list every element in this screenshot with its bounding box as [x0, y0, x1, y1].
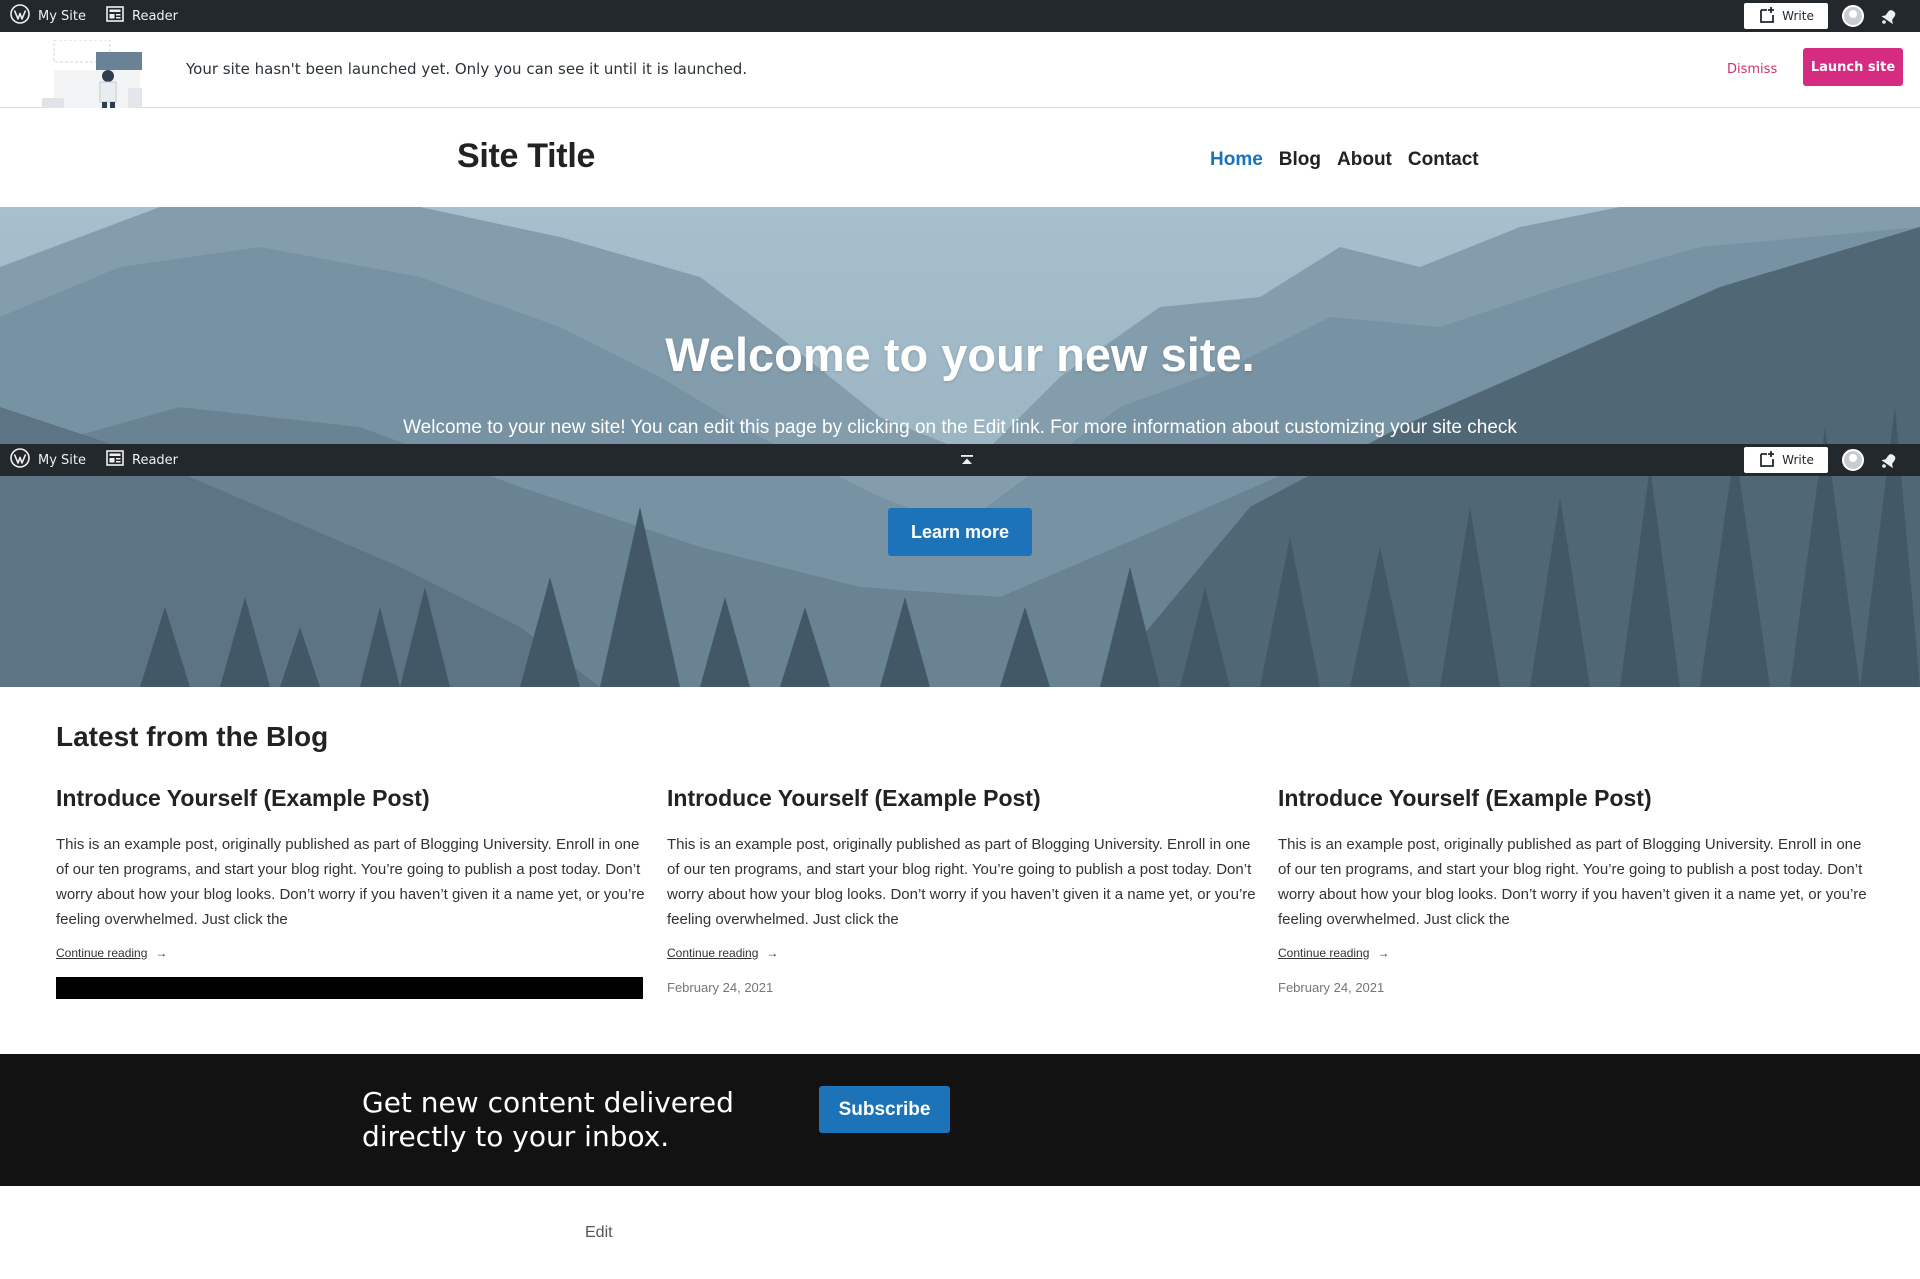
bell-icon[interactable]	[1878, 449, 1900, 471]
blog-heading: Latest from the Blog	[56, 721, 329, 752]
arrow-right-icon: →	[766, 946, 779, 960]
post-title[interactable]: Introduce Yourself (Example Post)	[56, 785, 646, 812]
continue-reading-link[interactable]: Continue reading	[667, 946, 758, 960]
wordpress-logo-icon	[10, 448, 30, 472]
redacted-bar	[56, 977, 643, 999]
post-date: February 24, 2021	[1278, 980, 1385, 995]
site-header: Site Title Home Blog About Contact	[0, 109, 1920, 207]
dismiss-link[interactable]: Dismiss	[1727, 62, 1777, 77]
my-site-label: My Site	[38, 8, 87, 24]
nav-item-blog[interactable]: Blog	[1279, 149, 1321, 171]
nav-item-home[interactable]: Home	[1210, 149, 1263, 171]
launch-site-button[interactable]: Launch site	[1803, 48, 1903, 86]
admin-bar: My Site Reader Write	[0, 0, 1920, 32]
my-site-label: My Site	[38, 452, 87, 468]
arrow-right-icon: →	[1377, 946, 1390, 960]
post-title[interactable]: Introduce Yourself (Example Post)	[1278, 785, 1868, 812]
post-excerpt: This is an example post, originally publ…	[1278, 836, 1867, 928]
launch-message: Your site hasn't been launched yet. Only…	[186, 60, 748, 78]
subscribe-button[interactable]: Subscribe	[819, 1086, 950, 1133]
nav-item-about[interactable]: About	[1337, 149, 1392, 171]
reader-label: Reader	[132, 8, 179, 24]
subscribe-text-line2: directly to your inbox.	[362, 1120, 670, 1153]
arrow-right-icon: →	[155, 946, 168, 960]
write-button[interactable]: Write	[1744, 3, 1828, 29]
user-avatar[interactable]	[1842, 449, 1864, 471]
launch-illustration	[40, 39, 164, 108]
subscribe-text: Get new content delivered directly to yo…	[362, 1086, 782, 1154]
learn-more-button[interactable]: Learn more	[888, 508, 1032, 556]
continue-reading: Continue reading →	[56, 946, 646, 960]
post-card: Introduce Yourself (Example Post) This i…	[667, 785, 1257, 995]
write-button[interactable]: Write	[1744, 447, 1828, 473]
reader-icon	[106, 450, 124, 470]
reader-menu[interactable]: Reader	[96, 444, 188, 476]
edit-link[interactable]: Edit	[585, 1224, 613, 1242]
admin-bar-right: Write	[1744, 3, 1920, 29]
post-excerpt: This is an example post, originally publ…	[56, 836, 645, 928]
hero-text: Welcome to your new site! You can edit t…	[403, 417, 1517, 438]
reader-icon	[106, 6, 124, 26]
continue-reading: Continue reading →	[667, 946, 1257, 960]
reader-label: Reader	[132, 452, 179, 468]
write-label: Write	[1782, 9, 1814, 23]
write-plus-icon	[1758, 6, 1776, 27]
bell-icon[interactable]	[1878, 5, 1900, 27]
continue-reading: Continue reading →	[1278, 946, 1868, 960]
post-date: February 24, 2021	[667, 980, 774, 995]
continue-reading-link[interactable]: Continue reading	[1278, 946, 1369, 960]
my-site-menu[interactable]: My Site	[0, 0, 96, 32]
continue-reading-link[interactable]: Continue reading	[56, 946, 147, 960]
admin-bar-sticky-left: My Site Reader	[0, 444, 188, 476]
reader-menu[interactable]: Reader	[96, 0, 188, 32]
latest-blog-section: Latest from the Blog Introduce Yourself …	[0, 687, 1920, 1054]
admin-bar-sticky-right: Write	[1744, 447, 1920, 473]
write-label: Write	[1782, 453, 1814, 467]
wordpress-logo-icon	[10, 4, 30, 28]
admin-bar-left: My Site Reader	[0, 0, 188, 32]
user-avatar[interactable]	[1842, 5, 1864, 27]
post-title[interactable]: Introduce Yourself (Example Post)	[667, 785, 1257, 812]
subscribe-section: Get new content delivered directly to yo…	[0, 1054, 1920, 1186]
post-card: Introduce Yourself (Example Post) This i…	[56, 785, 646, 999]
launch-banner: Your site hasn't been launched yet. Only…	[0, 32, 1920, 108]
site-title[interactable]: Site Title	[457, 137, 595, 176]
hero-title: Welcome to your new site.	[665, 328, 1255, 381]
my-site-menu[interactable]: My Site	[0, 444, 96, 476]
write-plus-icon	[1758, 450, 1776, 471]
collapse-up-icon[interactable]	[959, 452, 975, 468]
admin-bar-sticky: My Site Reader Write	[0, 444, 1920, 476]
main-navigation: Home Blog About Contact	[1210, 149, 1479, 171]
post-card: Introduce Yourself (Example Post) This i…	[1278, 785, 1868, 995]
nav-item-contact[interactable]: Contact	[1408, 149, 1479, 171]
post-excerpt: This is an example post, originally publ…	[667, 836, 1256, 928]
subscribe-text-line1: Get new content delivered	[362, 1086, 734, 1119]
